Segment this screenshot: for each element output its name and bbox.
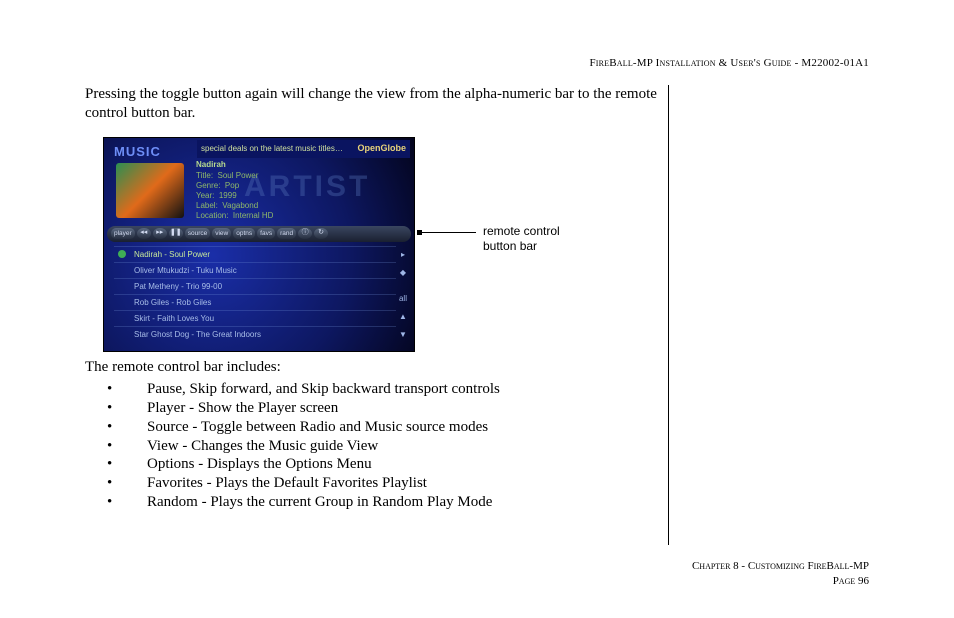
album-art[interactable]	[116, 163, 184, 218]
remote-control-button-bar: player ◂◂ ▸▸ ❚❚ source view optns favs r…	[107, 226, 411, 242]
side-glyph: ▼	[398, 330, 408, 340]
list-intro: The remote control bar includes:	[85, 358, 661, 377]
feature-item: Pause, Skip forward, and Skip backward t…	[107, 380, 661, 399]
footer-page: Page 96	[692, 574, 869, 589]
list-item[interactable]: Skirt - Faith Loves You	[114, 310, 396, 326]
pause-icon[interactable]: ❚❚	[169, 228, 183, 239]
feature-item: Favorites - Plays the Default Favorites …	[107, 474, 661, 493]
callout-dot-icon	[417, 230, 422, 235]
feature-item: Source - Toggle between Radio and Music …	[107, 418, 661, 437]
list-item[interactable]: Pat Metheny - Trio 99-00	[114, 278, 396, 294]
header-code: M22002-01A1	[801, 57, 869, 69]
refresh-icon[interactable]: ↻	[314, 228, 328, 239]
meta-row: Genre: Pop	[196, 181, 406, 191]
side-glyph: ◆	[398, 268, 408, 278]
meta-row: Title: Soul Power	[196, 171, 406, 181]
skip-fwd-icon[interactable]: ▸▸	[153, 228, 167, 239]
playlist: Nadirah - Soul Power Oliver Mtukudzi - T…	[114, 246, 396, 345]
meta-row: Year: 1999	[196, 191, 406, 201]
skip-back-icon[interactable]: ◂◂	[137, 228, 151, 239]
view-button[interactable]: view	[212, 228, 231, 239]
player-button[interactable]: player	[111, 228, 135, 239]
feature-item: Options - Displays the Options Menu	[107, 455, 661, 474]
page-header: FireBall-MP Installation & User's Guide …	[589, 57, 869, 71]
page: FireBall-MP Installation & User's Guide …	[0, 0, 954, 618]
list-item[interactable]: Oliver Mtukudzi - Tuku Music	[114, 262, 396, 278]
list-item[interactable]: Nadirah - Soul Power	[114, 246, 396, 262]
music-heading: MUSIC	[114, 144, 161, 160]
playlist-side-indicators: ▸ ◆ all ▲ ▼	[398, 246, 408, 345]
play-indicator-icon	[118, 250, 126, 258]
column-separator	[668, 85, 669, 545]
favorites-button[interactable]: favs	[257, 228, 275, 239]
meta-row: Location: Internal HD	[196, 211, 406, 221]
nowplaying-artist: Nadirah	[196, 160, 406, 170]
meta-row: Label: Vagabond	[196, 201, 406, 211]
source-button[interactable]: source	[185, 228, 211, 239]
promo-text: special deals on the latest music titles…	[201, 144, 343, 154]
side-glyph: all	[398, 294, 408, 304]
callout-label: remote control button bar	[483, 224, 593, 254]
feature-list: Pause, Skip forward, and Skip backward t…	[85, 380, 661, 511]
music-guide-screenshot: MUSIC special deals on the latest music …	[103, 137, 415, 352]
list-item[interactable]: Rob Giles - Rob Giles	[114, 294, 396, 310]
nowplaying-meta: Nadirah Title: Soul Power Genre: Pop Yea…	[196, 160, 406, 221]
main-column: Pressing the toggle button again will ch…	[85, 85, 661, 512]
feature-item: Player - Show the Player screen	[107, 399, 661, 418]
list-item[interactable]: Star Ghost Dog - The Great Indoors	[114, 326, 396, 342]
intro-paragraph: Pressing the toggle button again will ch…	[85, 85, 661, 123]
feature-item: Random - Plays the current Group in Rand…	[107, 493, 661, 512]
page-footer: Chapter 8 - Customizing FireBall-MP Page…	[692, 559, 869, 589]
header-title: FireBall-MP Installation & User's Guide	[589, 57, 791, 69]
options-button[interactable]: optns	[233, 228, 255, 239]
side-glyph: ▸	[398, 250, 408, 260]
callout-leader-line	[420, 232, 476, 233]
side-glyph: ▲	[398, 312, 408, 322]
info-icon[interactable]: ⓘ	[298, 228, 312, 239]
footer-chapter: Chapter 8 - Customizing FireBall-MP	[692, 559, 869, 574]
promo-banner[interactable]: special deals on the latest music titles…	[197, 140, 410, 158]
random-button[interactable]: rand	[277, 228, 296, 239]
openglobe-logo: OpenGlobe	[357, 143, 406, 154]
feature-item: View - Changes the Music guide View	[107, 437, 661, 456]
